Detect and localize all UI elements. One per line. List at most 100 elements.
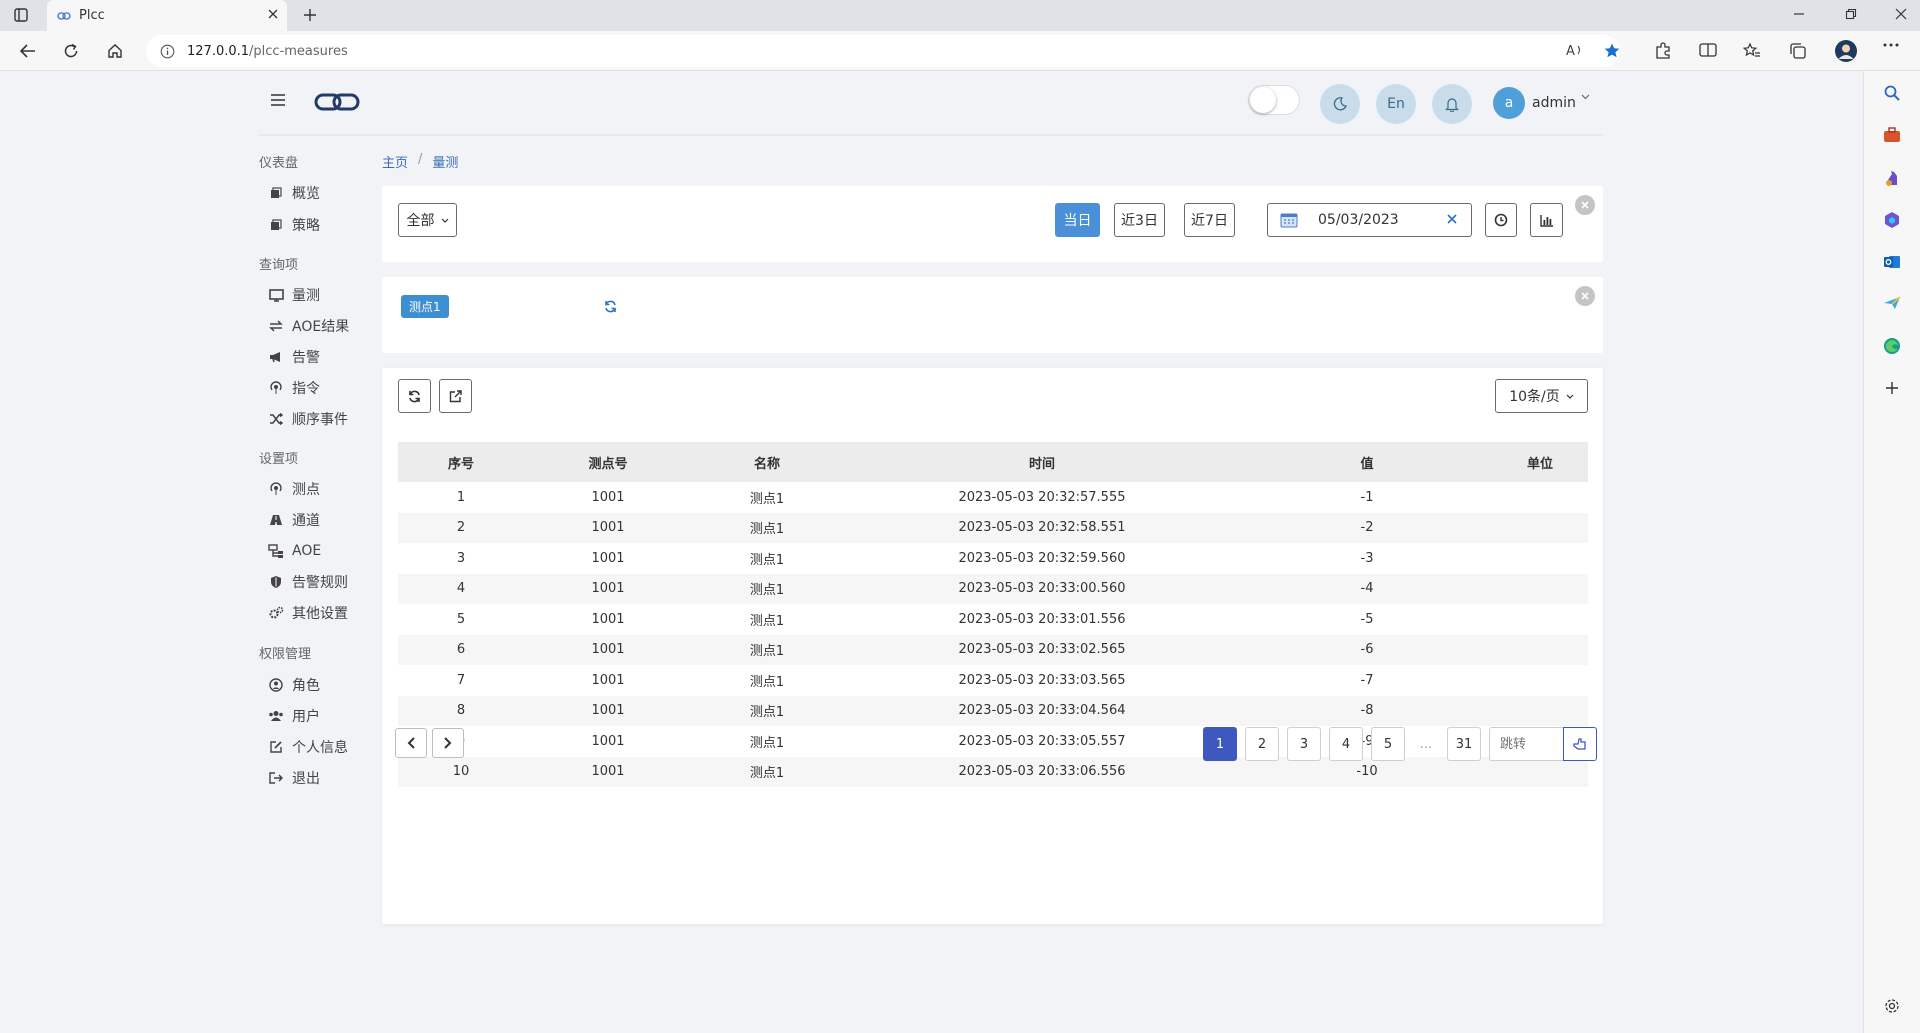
- favorite-star-icon[interactable]: [1603, 42, 1621, 60]
- column-header[interactable]: 时间: [842, 442, 1242, 482]
- clear-date-icon[interactable]: [1446, 213, 1458, 225]
- menu-toggle-icon[interactable]: [271, 94, 285, 106]
- export-button[interactable]: [439, 379, 472, 413]
- column-header[interactable]: 值: [1242, 442, 1492, 482]
- sidebar-item-measures[interactable]: 量测: [268, 283, 320, 307]
- collections-icon[interactable]: [1789, 42, 1807, 60]
- table-row[interactable]: 8 1001 测点1 2023-05-03 20:33:04.564 -8: [398, 695, 1588, 726]
- user-name[interactable]: admin: [1532, 95, 1576, 111]
- page-button[interactable]: 1: [1203, 727, 1237, 761]
- browser-tab[interactable]: Plcc: [47, 0, 287, 31]
- page-jump-input[interactable]: [1489, 727, 1563, 761]
- column-header[interactable]: 名称: [692, 442, 842, 482]
- info-icon[interactable]: [160, 44, 175, 59]
- table-row[interactable]: 7 1001 测点1 2023-05-03 20:33:03.565 -7: [398, 665, 1588, 696]
- time-button[interactable]: [1485, 203, 1517, 237]
- theme-switch[interactable]: [1248, 85, 1300, 115]
- page-jump-button[interactable]: [1563, 727, 1597, 761]
- scope-select[interactable]: 全部: [398, 203, 457, 237]
- microsoft-365-icon[interactable]: [1883, 211, 1901, 229]
- close-panel-icon[interactable]: [1575, 286, 1595, 306]
- sidebar-item-roles[interactable]: 角色: [268, 673, 320, 697]
- read-aloud-icon[interactable]: A: [1566, 42, 1584, 58]
- sidebar-item-strategy[interactable]: 策略: [268, 213, 320, 237]
- profile-avatar-icon[interactable]: [1834, 39, 1858, 63]
- next-page-button[interactable]: [432, 728, 464, 758]
- tab-actions-icon[interactable]: [14, 8, 28, 22]
- briefcase-icon[interactable]: [1883, 127, 1901, 143]
- restore-icon[interactable]: [1845, 8, 1857, 20]
- search-icon[interactable]: [1883, 84, 1901, 102]
- more-menu-icon[interactable]: [1883, 43, 1899, 47]
- sidebar-item-alarms[interactable]: 告警: [268, 345, 320, 369]
- sidebar-item-profile[interactable]: 个人信息: [268, 735, 348, 759]
- prev-page-button[interactable]: [395, 728, 427, 758]
- back-icon[interactable]: [19, 43, 37, 59]
- range-7days-button[interactable]: 近7日: [1184, 203, 1235, 237]
- refresh-table-button[interactable]: [398, 379, 431, 413]
- chart-view-button[interactable]: [1530, 203, 1563, 237]
- page-size-select[interactable]: 10条/页: [1495, 379, 1588, 413]
- page-button[interactable]: 4: [1329, 727, 1363, 761]
- send-icon[interactable]: [1883, 295, 1901, 311]
- sidebar-item-commands[interactable]: 指令: [268, 376, 320, 400]
- range-today-button[interactable]: 当日: [1055, 203, 1100, 237]
- table-row[interactable]: 5 1001 测点1 2023-05-03 20:33:01.556 -5: [398, 604, 1588, 635]
- favorites-icon[interactable]: [1743, 42, 1761, 60]
- sidebar-item-channels[interactable]: 通道: [268, 508, 320, 532]
- sidebar-item-sequence-events[interactable]: 顺序事件: [268, 407, 348, 431]
- table-cell: 2023-05-03 20:32:57.555: [958, 489, 1126, 505]
- range-3days-button[interactable]: 近3日: [1114, 203, 1165, 237]
- notifications-button[interactable]: [1432, 84, 1472, 124]
- settings-icon[interactable]: [1884, 998, 1900, 1014]
- new-tab-icon[interactable]: [302, 7, 318, 23]
- page-button[interactable]: 2: [1245, 727, 1279, 761]
- column-header[interactable]: 测点号: [524, 442, 692, 482]
- dark-mode-button[interactable]: [1320, 84, 1360, 124]
- table-cell: [1492, 512, 1588, 543]
- sidebar-item-aoe-results[interactable]: AOE结果: [268, 314, 349, 338]
- minimize-icon[interactable]: [1793, 8, 1805, 20]
- column-header[interactable]: 单位: [1492, 442, 1588, 482]
- sidebar-item-other-settings[interactable]: 其他设置: [268, 601, 348, 625]
- chevron-down-icon[interactable]: [1581, 94, 1590, 100]
- breadcrumb-home-link[interactable]: 主页: [382, 152, 408, 171]
- column-header[interactable]: 序号: [398, 442, 524, 482]
- table-row[interactable]: 3 1001 测点1 2023-05-03 20:32:59.560 -3: [398, 543, 1588, 574]
- table-cell: 1001: [524, 512, 692, 543]
- close-panel-icon[interactable]: [1575, 195, 1595, 215]
- table-row[interactable]: 1 1001 测点1 2023-05-03 20:32:57.555 -1: [398, 482, 1588, 513]
- page-button-last[interactable]: 31: [1447, 727, 1481, 761]
- sidebar-item-aoe[interactable]: AOE: [268, 539, 321, 563]
- table-row[interactable]: 6 1001 测点1 2023-05-03 20:33:02.565 -6: [398, 634, 1588, 665]
- close-window-icon[interactable]: [1895, 8, 1907, 20]
- add-icon[interactable]: [1884, 380, 1900, 396]
- sidebar-item-alarm-rules[interactable]: 告警规则: [268, 570, 348, 594]
- app-logo[interactable]: [314, 90, 360, 114]
- sidebar-item-logout[interactable]: 退出: [268, 766, 320, 790]
- address-bar[interactable]: 127.0.0.1/plcc-measures: [146, 35, 1620, 67]
- sidebar-item-points[interactable]: 测点: [268, 477, 320, 501]
- close-tab-icon[interactable]: [267, 8, 279, 20]
- table-row[interactable]: 4 1001 测点1 2023-05-03 20:33:00.560 -4: [398, 573, 1588, 604]
- point-tag[interactable]: 测点1: [401, 295, 449, 318]
- table-cell: [1492, 695, 1588, 726]
- refresh-icon[interactable]: [604, 300, 617, 313]
- sidebar-item-users[interactable]: 用户: [268, 704, 320, 728]
- table-row[interactable]: 10 1001 测点1 2023-05-03 20:33:06.556 -10: [398, 756, 1588, 787]
- refresh-icon: [408, 390, 421, 403]
- table-row[interactable]: 2 1001 测点1 2023-05-03 20:32:58.551 -2: [398, 512, 1588, 543]
- extensions-icon[interactable]: [1654, 42, 1672, 60]
- page-button[interactable]: 5: [1371, 727, 1405, 761]
- page-button[interactable]: 3: [1287, 727, 1321, 761]
- split-screen-icon[interactable]: [1699, 42, 1717, 58]
- home-icon[interactable]: [107, 43, 123, 59]
- sidebar-item-overview[interactable]: 概览: [268, 181, 320, 205]
- language-button[interactable]: En: [1376, 84, 1416, 124]
- date-picker[interactable]: 05/03/2023: [1267, 203, 1472, 237]
- refresh-icon[interactable]: [63, 43, 79, 59]
- games-icon[interactable]: [1883, 169, 1901, 187]
- user-avatar[interactable]: a: [1493, 87, 1525, 119]
- outlook-icon[interactable]: [1883, 253, 1901, 271]
- edge-icon[interactable]: [1883, 337, 1901, 355]
